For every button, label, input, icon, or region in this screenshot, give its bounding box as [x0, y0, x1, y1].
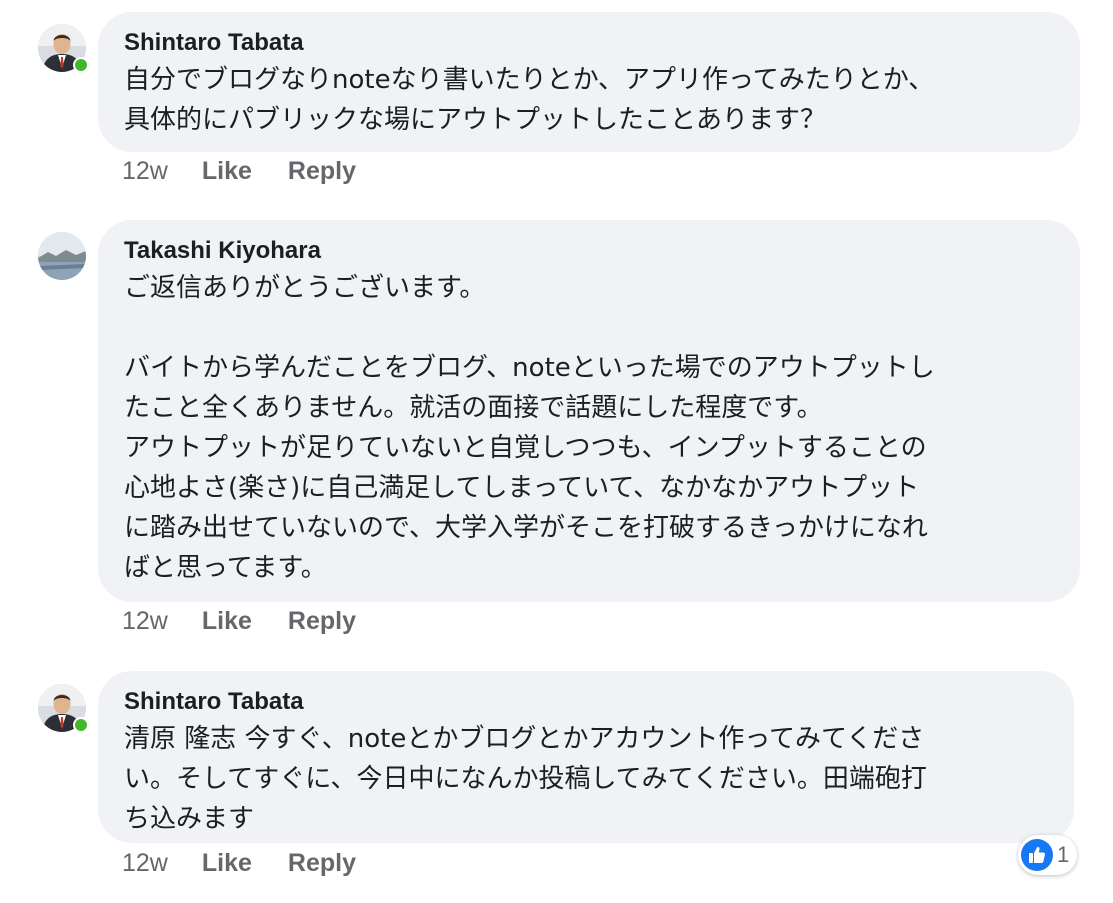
landscape-avatar-icon	[38, 232, 86, 280]
like-button[interactable]: Like	[202, 157, 252, 186]
comment-timestamp[interactable]: 12w	[122, 607, 168, 636]
comment-bubble: Takashi Kiyohara ご返信ありがとうございます。 バイトから学んだ…	[98, 220, 1080, 602]
reaction-count: 1	[1057, 842, 1070, 867]
comment-text: 自分でブログなりnoteなり書いたりとか、アプリ作ってみたりとか、 具体的にパブ…	[124, 65, 935, 135]
comment-author[interactable]: Shintaro Tabata	[124, 28, 1054, 58]
reply-button[interactable]: Reply	[288, 607, 356, 636]
comment-actions: 12w Like Reply	[122, 849, 392, 878]
like-button[interactable]: Like	[202, 849, 252, 878]
comment-text: ご返信ありがとうございます。 バイトから学んだことをブログ、noteといった場で…	[124, 273, 935, 583]
comment-bubble: Shintaro Tabata 自分でブログなりnoteなり書いたりとか、アプリ…	[98, 12, 1080, 152]
comment-actions: 12w Like Reply	[122, 607, 392, 636]
online-status-icon	[73, 57, 89, 73]
comment-actions: 12w Like Reply	[122, 157, 392, 186]
like-button[interactable]: Like	[202, 607, 252, 636]
reply-button[interactable]: Reply	[288, 849, 356, 878]
reaction-summary[interactable]: 1	[1018, 835, 1078, 875]
comment-text: 清原 隆志 今すぐ、noteとかブログとかアカウント作ってみてくださ い。そして…	[124, 724, 927, 834]
reply-button[interactable]: Reply	[288, 157, 356, 186]
thumbs-up-icon	[1021, 839, 1053, 871]
avatar[interactable]	[38, 232, 86, 280]
online-status-icon	[73, 717, 89, 733]
comment-timestamp[interactable]: 12w	[122, 849, 168, 878]
comment-timestamp[interactable]: 12w	[122, 157, 168, 186]
comment-bubble: Shintaro Tabata 清原 隆志 今すぐ、noteとかブログとかアカウ…	[98, 671, 1074, 843]
comment-author[interactable]: Takashi Kiyohara	[124, 236, 1054, 266]
comment-author[interactable]: Shintaro Tabata	[124, 687, 1048, 717]
comment-thread: Shintaro Tabata 自分でブログなりnoteなり書いたりとか、アプリ…	[0, 0, 1113, 903]
